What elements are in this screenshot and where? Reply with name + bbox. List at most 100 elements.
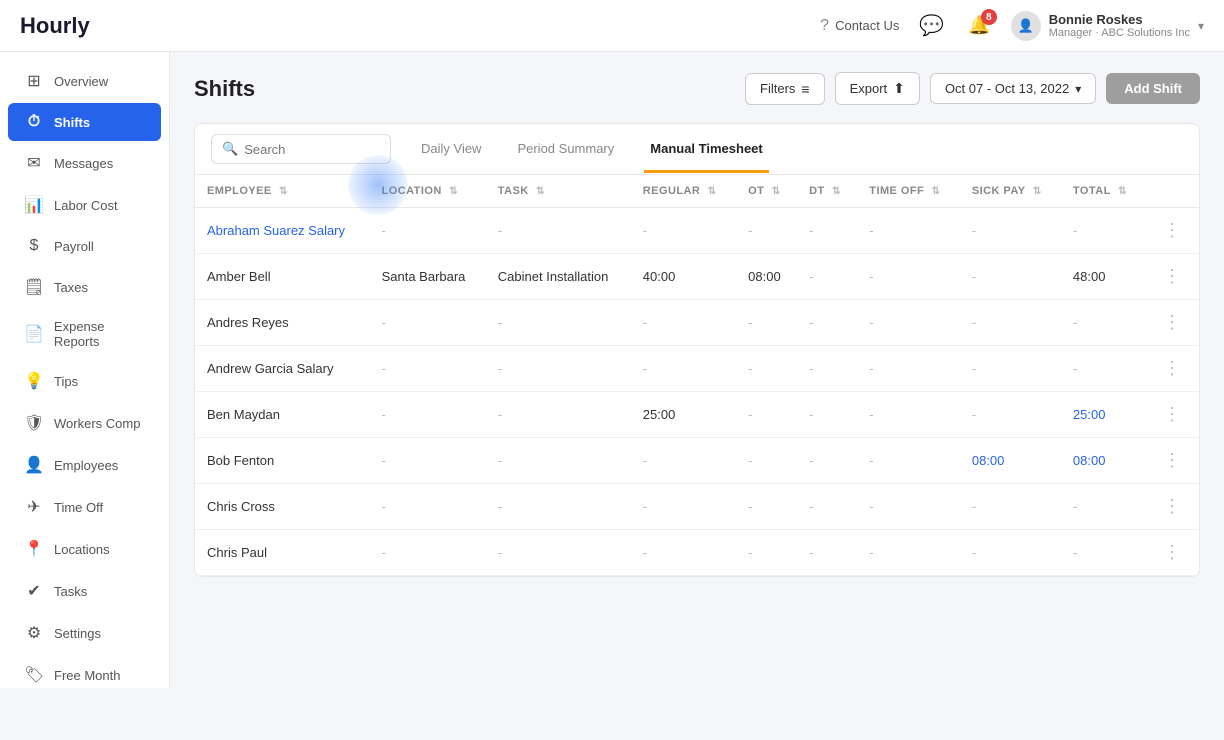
cell-row-menu[interactable]: ⋮ — [1145, 484, 1199, 530]
cell-regular: - — [631, 530, 736, 576]
cell-regular: - — [631, 484, 736, 530]
sidebar-item-label: Shifts — [54, 115, 90, 130]
chevron-down-icon: ▾ — [1198, 19, 1204, 33]
sidebar-item-tips[interactable]: 💡 Tips — [8, 361, 161, 401]
cell-row-menu[interactable]: ⋮ — [1145, 530, 1199, 576]
sort-icon: ⇅ — [1033, 186, 1042, 197]
filters-button[interactable]: Filters ≡ — [745, 73, 825, 105]
export-button[interactable]: Export ⬆ — [835, 72, 920, 105]
sidebar-item-messages[interactable]: ✉ Messages — [8, 143, 161, 183]
cell-ot: - — [736, 300, 797, 346]
cell-row-menu[interactable]: ⋮ — [1145, 392, 1199, 438]
contact-us-button[interactable]: ? Contact Us — [820, 17, 899, 35]
col-dt[interactable]: DT ⇅ — [797, 175, 857, 208]
sidebar-item-overview[interactable]: ⊞ Overview — [8, 61, 161, 101]
row-menu-icon[interactable]: ⋮ — [1157, 356, 1187, 380]
cell-time-off: - — [857, 530, 960, 576]
sidebar-item-label: Messages — [54, 156, 113, 171]
cell-sick-pay: - — [960, 346, 1061, 392]
sidebar-item-shifts[interactable]: ⏱ Shifts — [8, 103, 161, 141]
shifts-table-wrap: Employee ⇅ Location ⇅ Task ⇅ Regular — [195, 175, 1199, 576]
col-ot[interactable]: OT ⇅ — [736, 175, 797, 208]
tab-manual-timesheet[interactable]: Manual Timesheet — [644, 127, 768, 173]
notifications-button[interactable]: 🔔 8 — [964, 11, 994, 40]
user-name: Bonnie Roskes — [1049, 12, 1190, 27]
cell-ot: - — [736, 530, 797, 576]
sidebar-item-payroll[interactable]: $ Payroll — [8, 227, 161, 265]
table-row: Chris Paul - - - - - - - - ⋮ — [195, 530, 1199, 576]
cell-ot: - — [736, 438, 797, 484]
cell-ot: - — [736, 484, 797, 530]
col-task[interactable]: Task ⇅ — [486, 175, 631, 208]
cell-task: Cabinet Installation — [486, 254, 631, 300]
sort-icon: ⇅ — [279, 186, 288, 197]
row-menu-icon[interactable]: ⋮ — [1157, 218, 1187, 242]
cell-row-menu[interactable]: ⋮ — [1145, 254, 1199, 300]
cell-dt: - — [797, 254, 857, 300]
cell-row-menu[interactable]: ⋮ — [1145, 300, 1199, 346]
sidebar-item-labor-cost[interactable]: 📊 Labor Cost — [8, 185, 161, 225]
cell-row-menu[interactable]: ⋮ — [1145, 438, 1199, 484]
row-menu-icon[interactable]: ⋮ — [1157, 494, 1187, 518]
sidebar-item-free-month[interactable]: 🏷 Free Month — [8, 655, 161, 688]
row-menu-icon[interactable]: ⋮ — [1157, 448, 1187, 472]
cell-dt: - — [797, 300, 857, 346]
col-location[interactable]: Location ⇅ — [370, 175, 486, 208]
cell-employee: Bob Fenton — [195, 438, 370, 484]
row-menu-icon[interactable]: ⋮ — [1157, 310, 1187, 334]
sidebar-item-employees[interactable]: 👤 Employees — [8, 445, 161, 485]
search-box[interactable]: 🔍 — [211, 134, 391, 164]
cell-sick-pay: - — [960, 530, 1061, 576]
cell-sick-pay: - — [960, 208, 1061, 254]
cell-task: - — [486, 392, 631, 438]
cell-time-off: - — [857, 254, 960, 300]
cell-row-menu[interactable]: ⋮ — [1145, 208, 1199, 254]
user-menu[interactable]: 👤 Bonnie Roskes Manager · ABC Solutions … — [1011, 11, 1204, 41]
employees-icon: 👤 — [24, 455, 44, 475]
row-menu-icon[interactable]: ⋮ — [1157, 540, 1187, 564]
cell-row-menu[interactable]: ⋮ — [1145, 346, 1199, 392]
cell-regular: 40:00 — [631, 254, 736, 300]
time-off-icon: ✈ — [24, 497, 44, 517]
tab-daily-view[interactable]: Daily View — [415, 127, 487, 173]
sidebar-item-taxes[interactable]: 🗒 Taxes — [8, 267, 161, 307]
tasks-icon: ✔ — [24, 581, 44, 601]
cell-employee: Ben Maydan — [195, 392, 370, 438]
sort-icon: ⇅ — [449, 186, 458, 197]
col-time-off[interactable]: Time Off ⇅ — [857, 175, 960, 208]
cell-location: - — [370, 530, 486, 576]
sidebar-item-settings[interactable]: ⚙ Settings — [8, 613, 161, 653]
row-menu-icon[interactable]: ⋮ — [1157, 264, 1187, 288]
sort-icon: ⇅ — [536, 186, 545, 197]
topnav: Hourly ? Contact Us 💬 🔔 8 👤 Bonnie Roske… — [0, 0, 1224, 52]
row-menu-icon[interactable]: ⋮ — [1157, 402, 1187, 426]
date-range-button[interactable]: Oct 07 - Oct 13, 2022 ▾ — [930, 73, 1096, 104]
table-row: Andrew Garcia Salary - - - - - - - - ⋮ — [195, 346, 1199, 392]
cell-total: - — [1061, 346, 1145, 392]
messages-button[interactable]: 💬 — [915, 9, 948, 42]
tab-period-summary[interactable]: Period Summary — [511, 127, 620, 173]
cell-total: - — [1061, 300, 1145, 346]
sidebar-item-locations[interactable]: 📍 Locations — [8, 529, 161, 569]
col-total[interactable]: Total ⇅ — [1061, 175, 1145, 208]
cell-total: - — [1061, 484, 1145, 530]
cell-employee[interactable]: Abraham Suarez Salary — [195, 208, 370, 254]
col-employee[interactable]: Employee ⇅ — [195, 175, 370, 208]
sidebar-item-label: Overview — [54, 74, 108, 89]
search-input[interactable] — [244, 142, 374, 157]
app-logo: Hourly — [20, 13, 90, 39]
sidebar-item-label: Workers Comp — [54, 416, 140, 431]
sidebar-item-label: Payroll — [54, 239, 94, 254]
sidebar-item-tasks[interactable]: ✔ Tasks — [8, 571, 161, 611]
help-icon: ? — [820, 17, 829, 35]
sidebar-item-time-off[interactable]: ✈ Time Off — [8, 487, 161, 527]
sidebar-item-label: Locations — [54, 542, 110, 557]
sidebar-item-workers-comp[interactable]: 🛡 Workers Comp — [8, 403, 161, 443]
col-regular[interactable]: Regular ⇅ — [631, 175, 736, 208]
cell-regular: - — [631, 438, 736, 484]
table-row: Abraham Suarez Salary - - - - - - - - ⋮ — [195, 208, 1199, 254]
col-sick-pay[interactable]: Sick Pay ⇅ — [960, 175, 1061, 208]
labor-cost-icon: 📊 — [24, 195, 44, 215]
sidebar-item-expense-reports[interactable]: 📄 Expense Reports — [8, 309, 161, 359]
add-shift-button[interactable]: Add Shift — [1106, 73, 1200, 104]
